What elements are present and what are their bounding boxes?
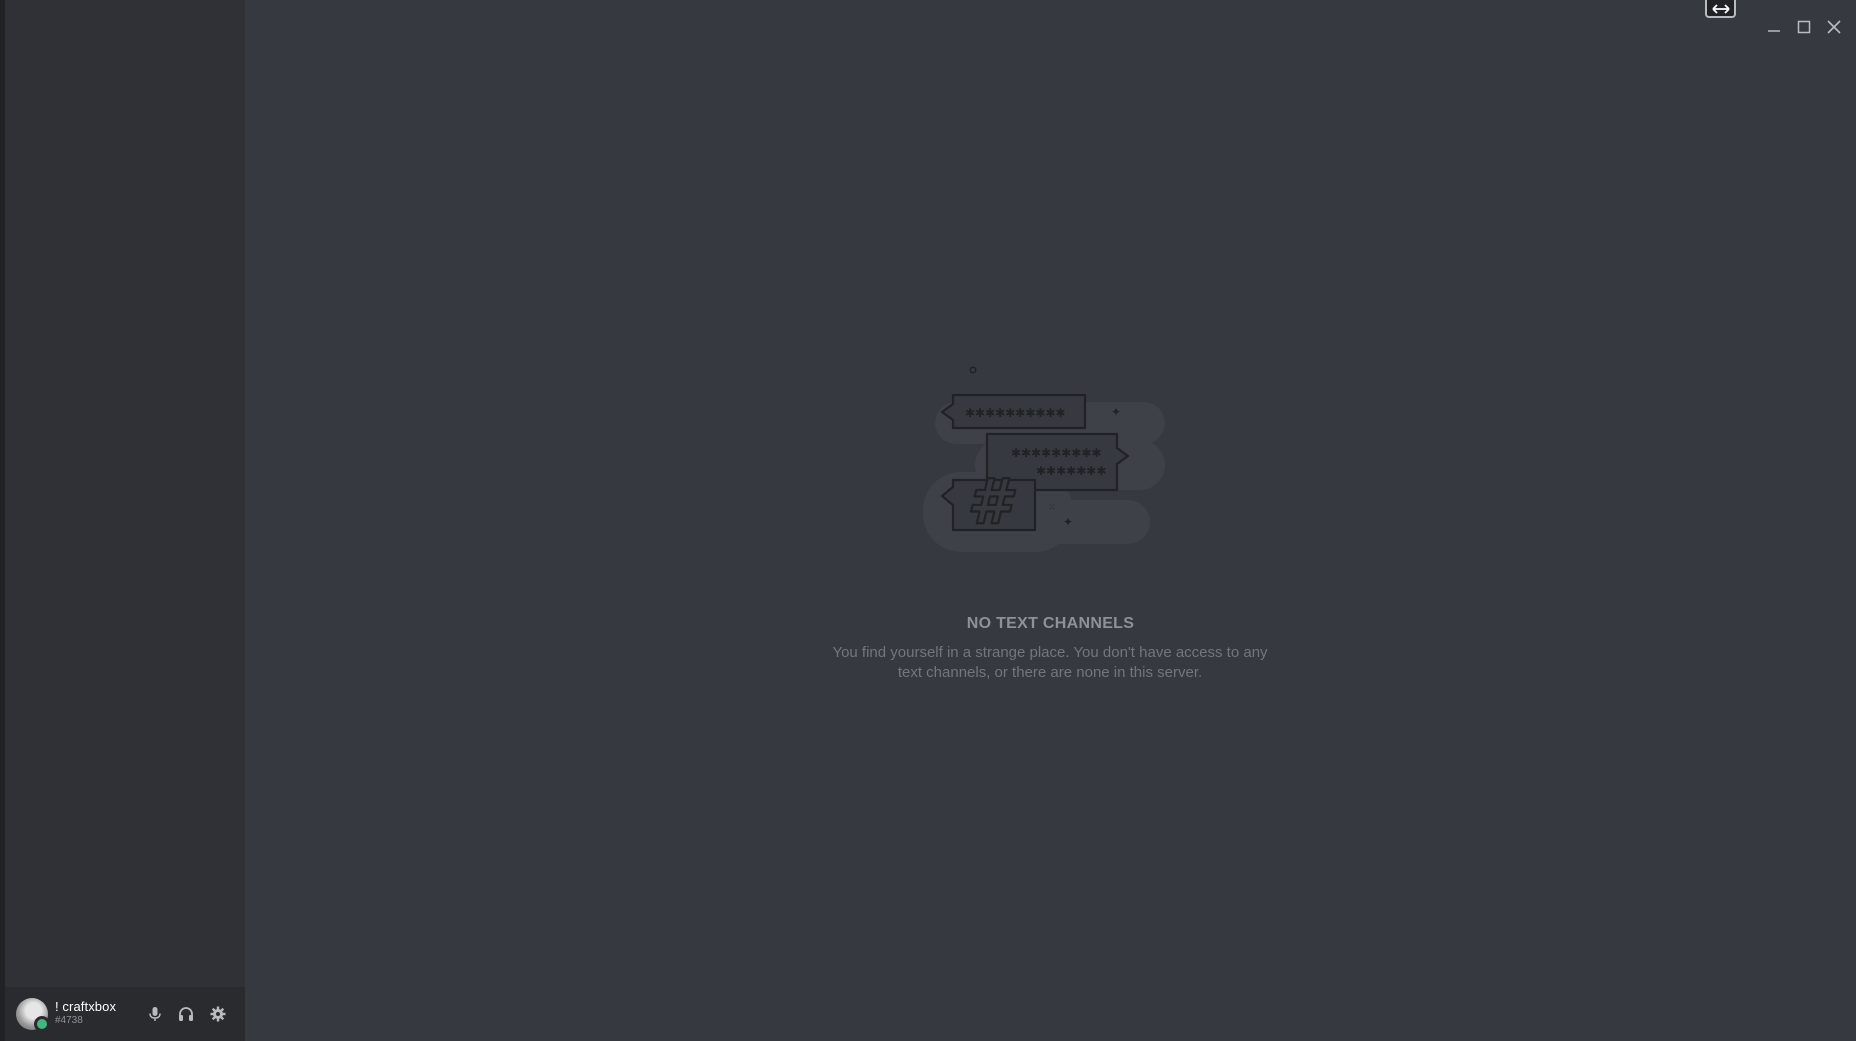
headphones-icon xyxy=(178,1006,194,1022)
username[interactable]: ! craftxbox xyxy=(55,999,116,1014)
empty-state-title: NO TEXT CHANNELS xyxy=(966,615,1135,632)
empty-state-description: You find yourself in a strange place. Yo… xyxy=(832,644,1268,681)
layout-toggle-button[interactable] xyxy=(1705,0,1736,18)
svg-text:✦: ✦ xyxy=(1111,405,1121,419)
svg-text:✦: ✦ xyxy=(1063,515,1073,529)
svg-text:⁙: ⁙ xyxy=(1048,503,1056,513)
app-window: ! craftxbox #4738 ✱✱✱✱✱✱✱✱✱✱ ✱✱✱✱✱✱✱✱✱ ✱… xyxy=(0,0,1856,1041)
maximize-button[interactable] xyxy=(1792,16,1816,40)
microphone-icon xyxy=(148,1006,162,1022)
no-channels-illustration: ✱✱✱✱✱✱✱✱✱✱ ✱✱✱✱✱✱✱✱✱ ✱✱✱✱✱✱✱ # ✦ ✦ ⁙ xyxy=(915,360,1185,574)
mute-button[interactable] xyxy=(142,1001,168,1027)
avatar[interactable] xyxy=(16,998,50,1032)
discriminator: #4738 xyxy=(55,1015,83,1026)
deafen-button[interactable] xyxy=(173,1001,199,1027)
svg-text:✱✱✱✱✱✱✱: ✱✱✱✱✱✱✱ xyxy=(1036,464,1106,478)
minimize-button[interactable] xyxy=(1762,16,1786,40)
user-settings-button[interactable] xyxy=(205,1001,231,1027)
maximize-icon xyxy=(1797,19,1811,38)
user-panel: ! craftxbox #4738 xyxy=(5,987,245,1041)
svg-text:✱✱✱✱✱✱✱✱✱: ✱✱✱✱✱✱✱✱✱ xyxy=(1011,446,1102,460)
gear-icon xyxy=(210,1006,226,1022)
close-button[interactable] xyxy=(1822,16,1846,40)
svg-text:✱✱✱✱✱✱✱✱✱✱: ✱✱✱✱✱✱✱✱✱✱ xyxy=(965,406,1066,420)
channel-sidebar xyxy=(5,0,245,1041)
online-status-indicator xyxy=(34,1016,50,1032)
svg-text:#: # xyxy=(967,465,1016,538)
minimize-icon xyxy=(1767,19,1781,38)
horizontal-arrows-icon xyxy=(1711,0,1730,18)
close-icon xyxy=(1827,19,1841,38)
